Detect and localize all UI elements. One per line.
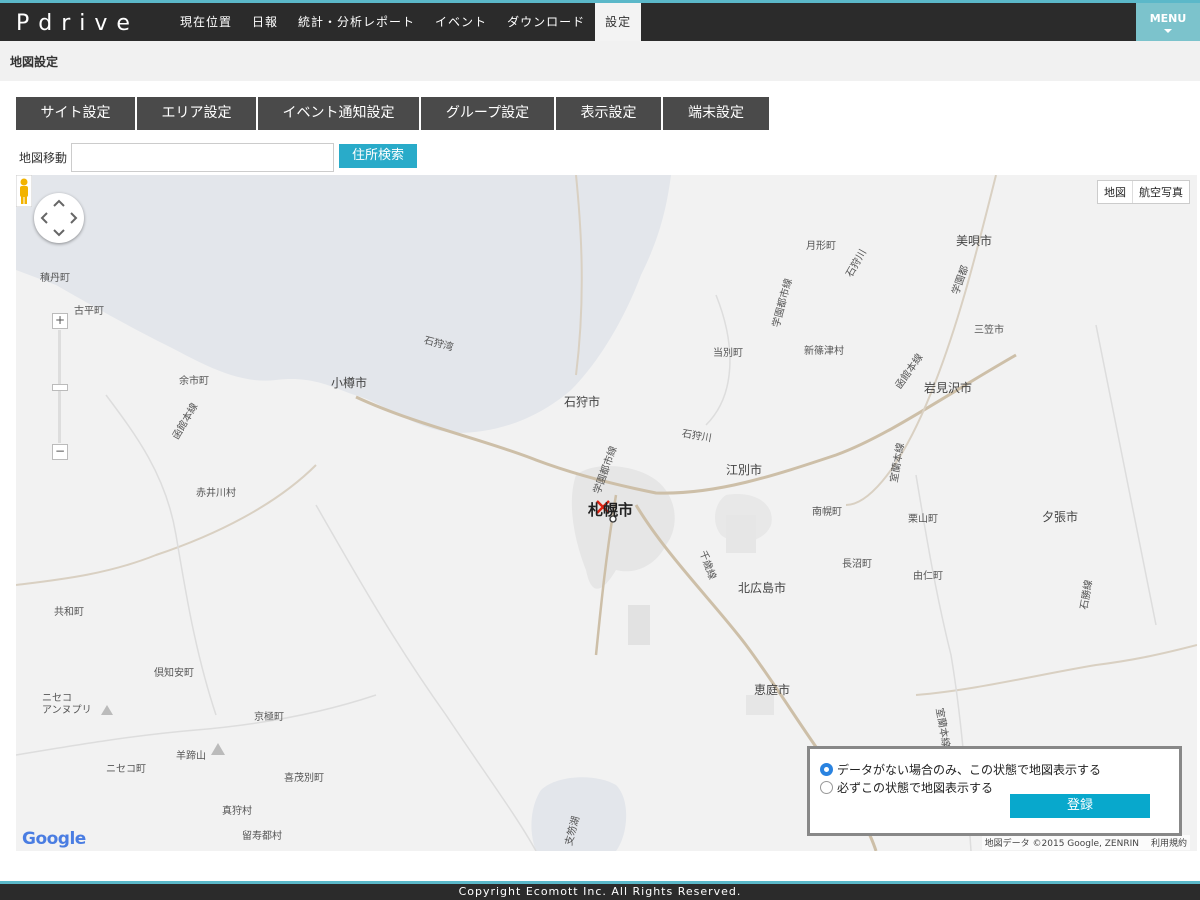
- map-label: 岩見沢市: [924, 381, 973, 395]
- address-search-input[interactable]: [71, 143, 334, 172]
- map-label: 羊蹄山: [176, 751, 206, 762]
- map-label: 月形町: [806, 241, 836, 252]
- map-label: 石狩市: [564, 395, 601, 409]
- tab-area-settings[interactable]: エリア設定: [137, 97, 258, 130]
- copyright-text: Copyright Ecomott Inc. All Rights Reserv…: [458, 885, 742, 898]
- address-search-button[interactable]: 住所検索: [339, 144, 417, 168]
- map-label: 南幌町: [812, 507, 842, 518]
- map-label: 夕張市: [1042, 510, 1079, 524]
- pan-control[interactable]: [34, 193, 84, 243]
- nav-daily-report[interactable]: 日報: [242, 3, 288, 41]
- option-label: データがない場合のみ、この状態で地図表示する: [837, 763, 1102, 777]
- zoom-in-button[interactable]: +: [52, 313, 68, 329]
- map-label: 長沼町: [842, 559, 872, 570]
- map-label: 新篠津村: [804, 346, 844, 357]
- nav-current-location[interactable]: 現在位置: [170, 3, 242, 41]
- map-label: ニセコ町: [106, 764, 146, 775]
- zoom-out-button[interactable]: −: [52, 444, 68, 460]
- radio-button-selected[interactable]: [820, 763, 833, 776]
- map-label: 喜茂別町: [284, 773, 324, 784]
- main-nav: 現在位置 日報 統計・分析レポート イベント ダウンロード 設定: [170, 3, 642, 41]
- map-label: 小樽市: [331, 376, 368, 390]
- map-label: 真狩村: [222, 806, 252, 817]
- google-logo-text: Google: [22, 829, 86, 849]
- register-button[interactable]: 登録: [1010, 794, 1150, 818]
- nav-events[interactable]: イベント: [425, 3, 497, 41]
- map-label: 余市町: [179, 376, 209, 387]
- map-label: 古平町: [74, 306, 104, 317]
- map-label: 三笠市: [974, 325, 1004, 336]
- pan-arrows-icon: [40, 199, 78, 237]
- page-title: 地図設定: [10, 55, 59, 69]
- map-attribution: 地図データ ©2015 Google, ZENRIN 利用規約: [981, 835, 1190, 850]
- nav-settings[interactable]: 設定: [595, 3, 642, 41]
- option-only-no-data[interactable]: データがない場合のみ、この状態で地図表示する: [820, 761, 1101, 778]
- map-label: 倶知安町: [154, 668, 194, 679]
- nav-statistics[interactable]: 統計・分析レポート: [288, 3, 425, 41]
- map-label: 北広島市: [738, 581, 787, 595]
- map-label: 積丹町: [40, 273, 70, 284]
- map-label-sapporo: 札幌市: [588, 501, 634, 519]
- zoom-slider-handle[interactable]: [52, 384, 68, 391]
- option-label: 必ずこの状態で地図表示する: [837, 781, 994, 795]
- map-type-toggle: 地図 航空写真: [1097, 180, 1190, 204]
- chevron-down-icon: [1164, 29, 1172, 33]
- tab-display-settings[interactable]: 表示設定: [556, 97, 663, 130]
- tab-device-settings[interactable]: 端末設定: [663, 97, 769, 130]
- app-logo[interactable]: Pdrive: [16, 11, 139, 36]
- map-label: 赤井川村: [196, 488, 236, 499]
- attribution-text: 地図データ ©2015 Google, ZENRIN: [984, 839, 1139, 849]
- map-type-satellite[interactable]: 航空写真: [1133, 181, 1189, 203]
- option-always[interactable]: 必ずこの状態で地図表示する: [820, 779, 993, 796]
- tab-site-settings[interactable]: サイト設定: [16, 97, 137, 130]
- menu-button[interactable]: MENU: [1136, 3, 1200, 41]
- search-label: 地図移動: [19, 151, 68, 165]
- radio-button[interactable]: [820, 781, 833, 794]
- map-label: 美唄市: [956, 234, 993, 248]
- pegman-icon[interactable]: [16, 175, 32, 207]
- map-label: 栗山町: [908, 514, 938, 525]
- menu-label: MENU: [1149, 12, 1187, 25]
- map-label: 由仁町: [913, 571, 943, 582]
- display-options-panel: データがない場合のみ、この状態で地図表示する 必ずこの状態で地図表示する 登録: [807, 746, 1182, 836]
- app-header: Pdrive 現在位置 日報 統計・分析レポート イベント ダウンロード 設定 …: [0, 0, 1200, 41]
- map-label: 京極町: [254, 712, 284, 723]
- map-label: ニセコ アンヌプリ: [42, 693, 92, 716]
- tab-group-settings[interactable]: グループ設定: [421, 97, 556, 130]
- map-label: 共和町: [54, 607, 84, 618]
- map-type-roadmap[interactable]: 地図: [1098, 181, 1133, 203]
- footer: Copyright Ecomott Inc. All Rights Reserv…: [0, 881, 1200, 900]
- map-label: 恵庭市: [754, 683, 791, 697]
- terms-link[interactable]: 利用規約: [1151, 836, 1187, 849]
- tab-event-notification[interactable]: イベント通知設定: [258, 97, 421, 130]
- map-label: 当別町: [713, 348, 743, 359]
- settings-tabs: サイト設定 エリア設定 イベント通知設定 グループ設定 表示設定 端末設定: [16, 97, 769, 130]
- nav-download[interactable]: ダウンロード: [497, 3, 595, 41]
- page-header: 地図設定: [0, 41, 1200, 81]
- google-logo: Google: [22, 829, 86, 849]
- map-label: 江別市: [726, 463, 763, 477]
- map-label: 留寿都村: [242, 831, 282, 842]
